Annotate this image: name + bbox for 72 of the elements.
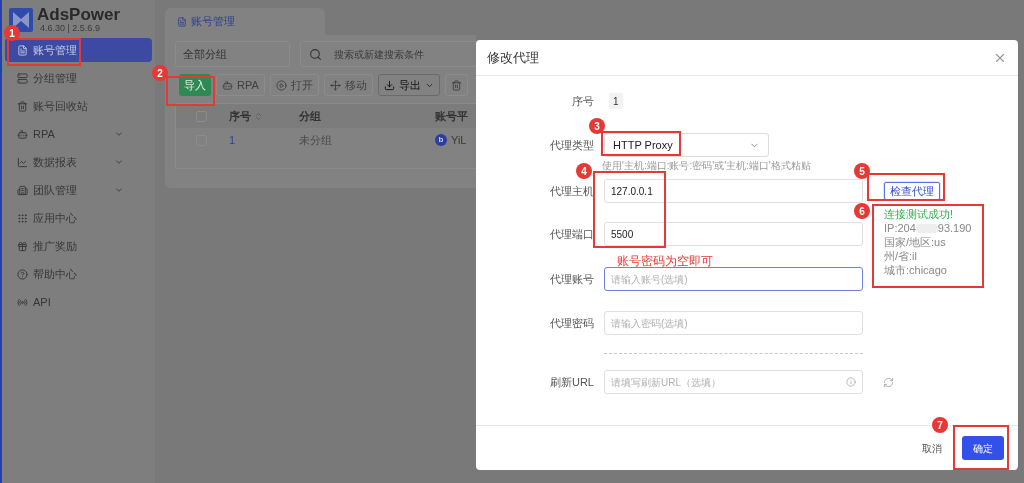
- index-value: 1: [609, 93, 623, 109]
- sidebar-item[interactable]: API: [5, 290, 152, 314]
- app-version: 4.6.30 | 2.5.6.9: [39, 24, 101, 33]
- search-field[interactable]: 搜索或新建搜索条件: [300, 41, 476, 67]
- sidebar-item[interactable]: 团队管理: [5, 178, 152, 202]
- check-proxy-button[interactable]: 检查代理: [884, 182, 940, 200]
- app-name: AdsPower: [37, 6, 121, 23]
- group-select[interactable]: 全部分组: [175, 41, 290, 67]
- document-icon: [177, 16, 187, 27]
- play-icon: [275, 79, 287, 91]
- chevron-icon: [114, 129, 124, 139]
- location-text: 州/省:il: [884, 249, 918, 263]
- move-icon: [329, 79, 341, 91]
- field-label: 序号: [571, 93, 594, 109]
- highlight-frame: [953, 425, 1009, 470]
- info-icon: [846, 377, 856, 387]
- signal-icon: [17, 296, 28, 308]
- location-text: 国家/地区:us: [884, 235, 947, 249]
- ip-text: 93.190: [937, 221, 972, 235]
- help-icon: [17, 268, 28, 280]
- sidebar-item[interactable]: 帮助中心: [5, 262, 152, 286]
- field-label: 代理账号: [549, 271, 594, 287]
- input-field[interactable]: 请输入账号(选填): [604, 267, 863, 291]
- sort-icon: [254, 111, 263, 121]
- column-header: 分组: [299, 108, 321, 124]
- cancel-button[interactable]: 取消: [922, 440, 942, 456]
- input-field[interactable]: 127.0.0.1: [604, 179, 863, 203]
- download-icon: [383, 79, 395, 91]
- column-header: 账号平: [435, 108, 468, 124]
- field-label: 刷新URL: [549, 374, 594, 390]
- chart-icon: [17, 156, 28, 168]
- highlight-frame: [166, 76, 215, 106]
- gift-icon: [17, 240, 28, 252]
- sidebar-item[interactable]: 应用中心: [5, 206, 152, 230]
- chevron-icon: [114, 185, 124, 195]
- dialog-title: 修改代理: [487, 48, 539, 67]
- field-label: 代理类型: [549, 137, 594, 153]
- field-label: 代理密码: [549, 315, 594, 331]
- chevron-icon: [114, 157, 124, 167]
- table-cell-text: 1: [229, 132, 236, 148]
- ip-text: IP:204: [884, 221, 916, 235]
- status-text: 连接测试成功!: [884, 207, 955, 221]
- sidebar-item[interactable]: RPA: [5, 122, 152, 146]
- toolbar-button[interactable]: 导入: [179, 74, 211, 96]
- page-tab[interactable]: 账号管理: [165, 8, 325, 35]
- refresh-icon[interactable]: [883, 376, 894, 388]
- hint-text: 使用'主机:端口:账号:密码'或'主机:端口'格式粘贴: [602, 160, 811, 172]
- robot-icon: [222, 79, 233, 91]
- input-field[interactable]: 请输入密码(选填): [604, 311, 863, 335]
- sidebar-item[interactable]: 数据报表: [5, 150, 152, 174]
- confirm-button[interactable]: 确定: [962, 436, 1004, 460]
- toolbar-button[interactable]: 导出: [377, 74, 440, 96]
- server-icon: [17, 72, 28, 84]
- annotation-note: 账号密码为空即可: [617, 256, 713, 267]
- proxy-type-select[interactable]: HTTP Proxy: [604, 133, 769, 157]
- trash-icon: [17, 100, 28, 112]
- platform-icon: b: [435, 134, 447, 146]
- trash-icon: [450, 79, 462, 91]
- field-label: 代理端口: [549, 226, 594, 242]
- table-cell-text: YiL: [451, 132, 467, 148]
- sidebar-item[interactable]: 账号管理: [5, 38, 152, 62]
- column-header: 序号: [229, 108, 251, 124]
- building-icon: [17, 184, 28, 196]
- sidebar-item[interactable]: 分组管理: [5, 66, 152, 90]
- robot-icon: [17, 128, 28, 140]
- search-icon: [309, 47, 322, 61]
- input-field[interactable]: 请填写刷新URL（选填）: [604, 370, 863, 394]
- input-field[interactable]: 5500: [604, 222, 863, 246]
- document-icon: [17, 44, 28, 56]
- sidebar-item[interactable]: 推广奖励: [5, 234, 152, 258]
- location-text: 城市:chicago: [884, 263, 948, 277]
- grid-icon: [17, 212, 28, 224]
